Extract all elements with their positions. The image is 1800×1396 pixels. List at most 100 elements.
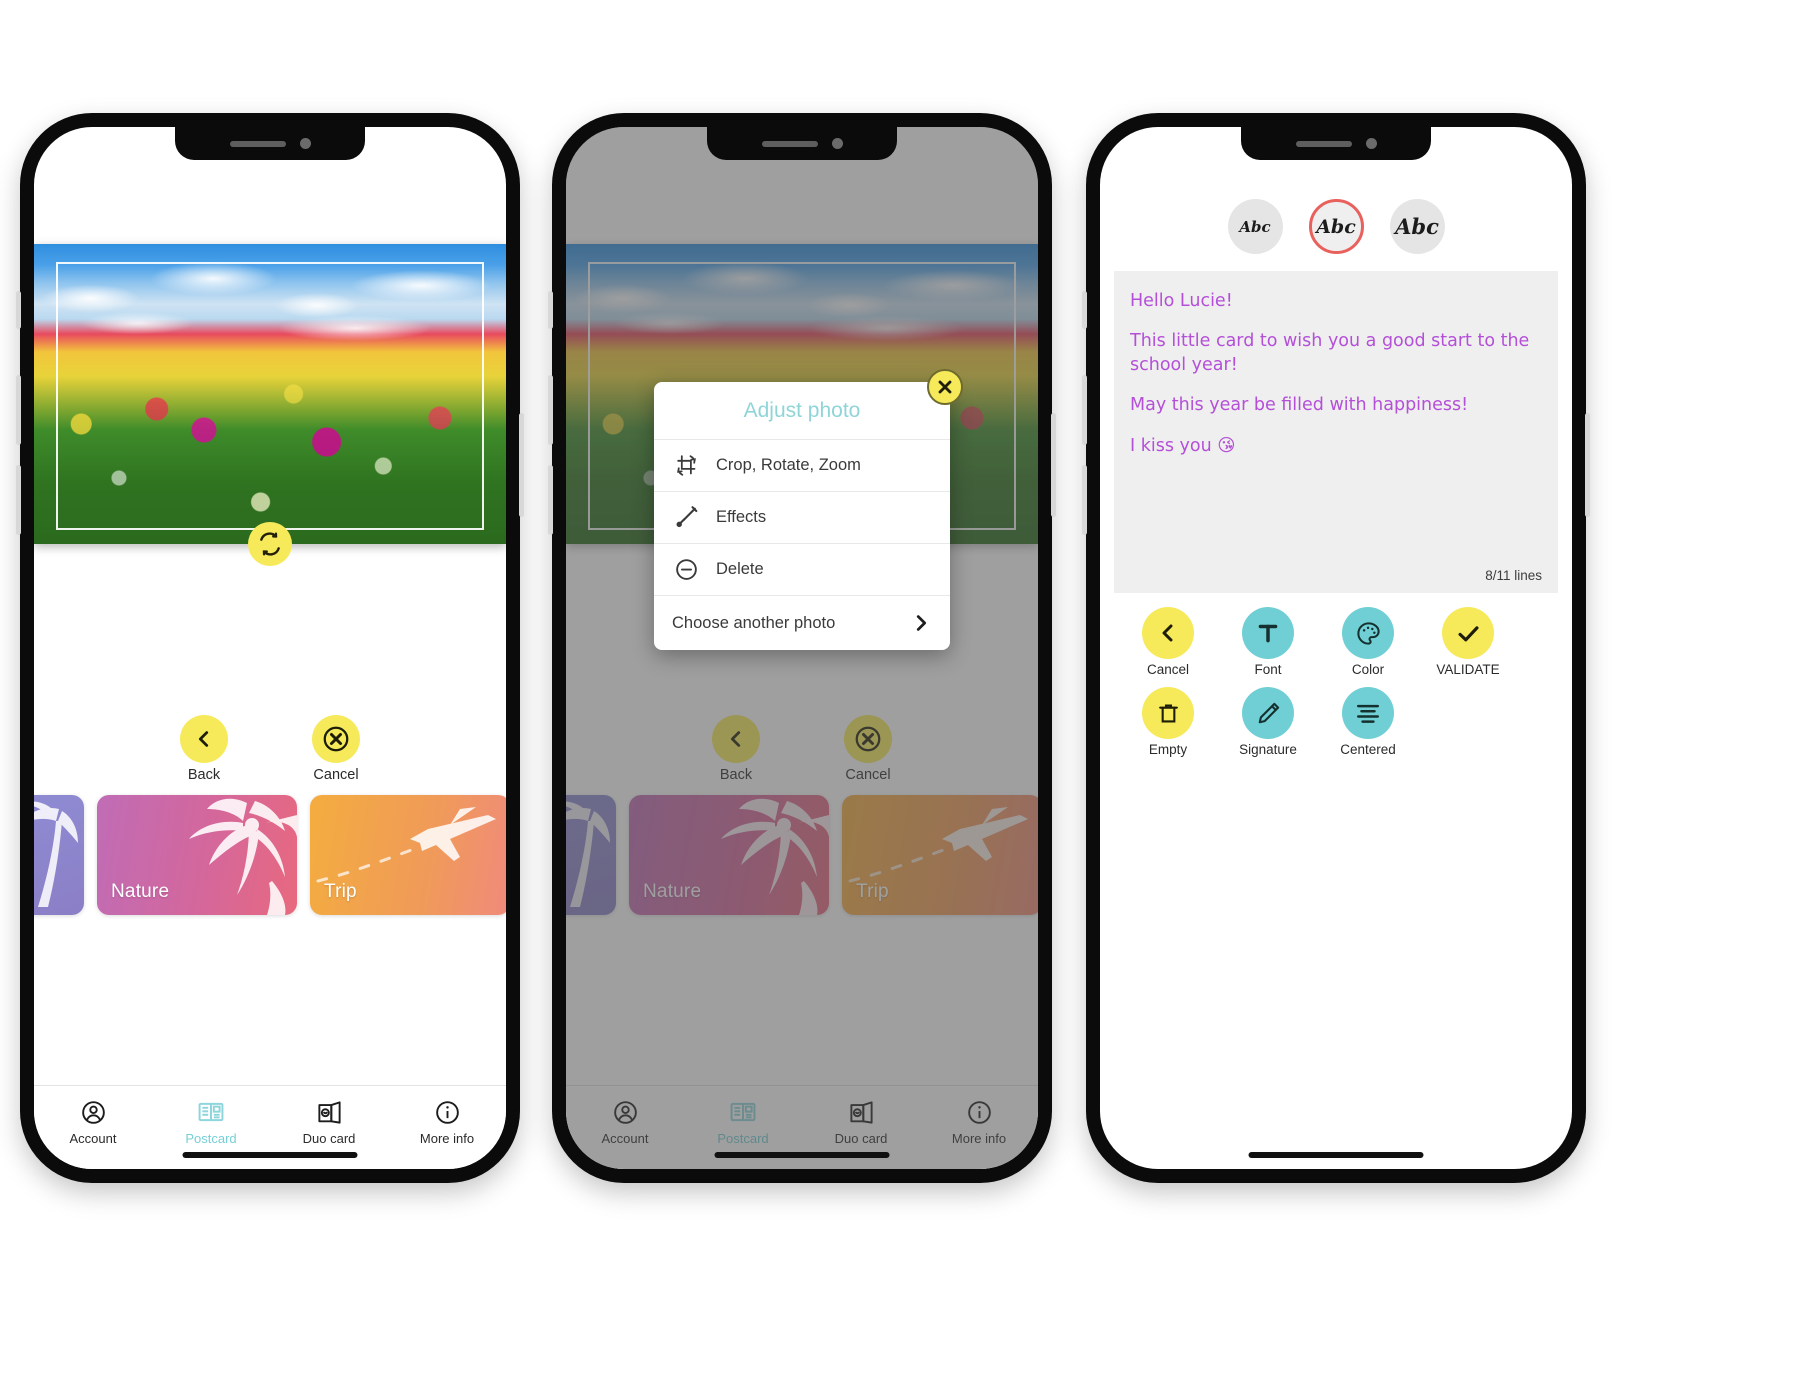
phone2-power-button[interactable] bbox=[1051, 413, 1056, 517]
message-line-2: This little card to wish you a good star… bbox=[1130, 331, 1530, 376]
phone3-mute-switch[interactable] bbox=[1082, 291, 1087, 329]
palette-icon bbox=[1342, 607, 1394, 659]
pencil-icon bbox=[1242, 687, 1294, 739]
back-button-label: Back bbox=[187, 766, 221, 783]
photo-editor-area[interactable] bbox=[34, 244, 506, 566]
theme-card-trip-label: Trip bbox=[324, 880, 357, 902]
brush-icon bbox=[672, 505, 700, 530]
tab-more-info[interactable]: More info bbox=[388, 1095, 506, 1146]
phone-3-frame: Abc Abc Abc Hello Lucie! This little car… bbox=[1082, 113, 1590, 1183]
home-indicator[interactable] bbox=[1248, 1152, 1424, 1158]
menu-item-choose-photo-label: Choose another photo bbox=[672, 614, 836, 632]
cancel-button[interactable]: Cancel bbox=[1122, 607, 1214, 677]
signature-button-label: Signature bbox=[1239, 742, 1297, 757]
phone1-notch bbox=[175, 127, 365, 160]
account-circle-icon bbox=[34, 1095, 152, 1129]
front-camera bbox=[831, 138, 843, 149]
phone-2-screen: Back Cancel bbox=[566, 127, 1038, 1169]
message-line-3: May this year be filled with happiness! bbox=[1130, 395, 1469, 416]
menu-item-crop-label: Crop, Rotate, Zoom bbox=[716, 456, 861, 475]
message-text-area[interactable]: Hello Lucie! This little card to wish yo… bbox=[1114, 271, 1558, 593]
font-selector-row: Abc Abc Abc bbox=[1100, 199, 1572, 254]
crop-rotate-icon bbox=[672, 453, 700, 478]
earpiece-speaker bbox=[761, 140, 818, 147]
tab-more-info-label: More info bbox=[419, 1131, 475, 1146]
circle-x-icon bbox=[312, 714, 360, 763]
front-camera bbox=[299, 138, 311, 149]
crop-frame-overlay[interactable] bbox=[56, 262, 484, 530]
menu-item-effects[interactable]: Effects bbox=[654, 492, 950, 544]
validate-button-label: VALIDATE bbox=[1436, 662, 1500, 677]
tab-duo-card-label: Duo card bbox=[302, 1131, 356, 1146]
phone1-volume-up-button[interactable] bbox=[16, 375, 21, 445]
tab-account[interactable]: Account bbox=[34, 1095, 152, 1146]
phone3-power-button[interactable] bbox=[1585, 413, 1590, 517]
phone1-volume-down-button[interactable] bbox=[16, 465, 21, 535]
duo-card-icon bbox=[270, 1095, 388, 1129]
earpiece-speaker bbox=[229, 140, 286, 147]
info-circle-icon bbox=[388, 1095, 506, 1129]
menu-item-crop-rotate-zoom[interactable]: Crop, Rotate, Zoom bbox=[654, 440, 950, 492]
cancel-button[interactable]: Cancel bbox=[295, 714, 377, 783]
centered-button[interactable]: Centered bbox=[1322, 687, 1414, 757]
tab-account-label: Account bbox=[69, 1131, 117, 1146]
phone3-volume-down-button[interactable] bbox=[1082, 465, 1087, 535]
earpiece-speaker bbox=[1295, 140, 1352, 147]
phone3-volume-up-button[interactable] bbox=[1082, 375, 1087, 445]
phone2-volume-down-button[interactable] bbox=[548, 465, 553, 535]
message-line-4: I kiss you 😘 bbox=[1130, 435, 1236, 456]
theme-card-nature-label: Nature bbox=[111, 880, 170, 902]
dialog-header: Adjust photo bbox=[654, 382, 950, 440]
minus-circle-icon bbox=[672, 557, 700, 582]
line-counter: 8/11 lines bbox=[1485, 568, 1542, 583]
home-indicator[interactable] bbox=[182, 1152, 358, 1158]
chevron-left-icon bbox=[1142, 607, 1194, 659]
phone2-volume-up-button[interactable] bbox=[548, 375, 553, 445]
phone1-action-row: Back Cancel bbox=[34, 714, 506, 783]
validate-button[interactable]: VALIDATE bbox=[1422, 607, 1514, 677]
phone-2-frame: Back Cancel bbox=[548, 113, 1056, 1183]
phone-3-screen: Abc Abc Abc Hello Lucie! This little car… bbox=[1100, 127, 1572, 1169]
font-button[interactable]: Font bbox=[1222, 607, 1314, 677]
centered-button-label: Centered bbox=[1340, 742, 1396, 757]
close-x-icon[interactable] bbox=[927, 369, 963, 405]
signature-button[interactable]: Signature bbox=[1222, 687, 1314, 757]
phone1-mute-switch[interactable] bbox=[16, 291, 21, 329]
font-chip-1[interactable]: Abc bbox=[1227, 199, 1283, 254]
chevron-left-icon bbox=[180, 714, 228, 763]
color-button[interactable]: Color bbox=[1322, 607, 1414, 677]
adjust-photo-dialog: Adjust photo Crop, Rotate, Zoom Effects … bbox=[654, 369, 963, 651]
trash-icon bbox=[1142, 687, 1194, 739]
text-t-icon bbox=[1242, 607, 1294, 659]
back-button[interactable]: Back bbox=[163, 714, 245, 783]
tab-postcard[interactable]: Postcard bbox=[152, 1095, 270, 1146]
theme-card-nature[interactable]: Nature bbox=[97, 794, 297, 915]
theme-card-trip[interactable]: Trip bbox=[310, 794, 506, 915]
align-center-icon bbox=[1342, 687, 1394, 739]
color-button-label: Color bbox=[1351, 662, 1385, 677]
phone2-mute-switch[interactable] bbox=[548, 291, 553, 329]
menu-item-delete[interactable]: Delete bbox=[654, 544, 950, 596]
font-button-label: Font bbox=[1254, 662, 1282, 677]
font-chip-2-selected[interactable]: Abc bbox=[1308, 199, 1364, 254]
phone2-notch bbox=[707, 127, 897, 160]
phone-1-frame: Back Cancel Nature Trip Account Postcard… bbox=[16, 113, 524, 1183]
cancel-button-label: Cancel bbox=[1146, 662, 1190, 677]
phone3-notch bbox=[1241, 127, 1431, 160]
font-chip-3[interactable]: Abc bbox=[1389, 199, 1445, 254]
message-content: Hello Lucie! This little card to wish yo… bbox=[1130, 289, 1542, 458]
rotate-icon[interactable] bbox=[248, 522, 292, 566]
phone1-power-button[interactable] bbox=[519, 413, 524, 517]
theme-card-beach[interactable] bbox=[34, 794, 84, 915]
tab-duo-card[interactable]: Duo card bbox=[270, 1095, 388, 1146]
message-line-1: Hello Lucie! bbox=[1130, 291, 1233, 311]
theme-carousel[interactable]: Nature Trip bbox=[34, 794, 506, 915]
menu-item-choose-another-photo[interactable]: Choose another photo bbox=[654, 596, 950, 650]
empty-button[interactable]: Empty bbox=[1122, 687, 1214, 757]
tab-postcard-label: Postcard bbox=[185, 1131, 237, 1146]
check-icon bbox=[1442, 607, 1494, 659]
home-indicator[interactable] bbox=[714, 1152, 890, 1158]
palm-tree-art bbox=[34, 801, 78, 907]
empty-button-label: Empty bbox=[1148, 742, 1188, 757]
phone-1-screen: Back Cancel Nature Trip Account Postcard… bbox=[34, 127, 506, 1169]
